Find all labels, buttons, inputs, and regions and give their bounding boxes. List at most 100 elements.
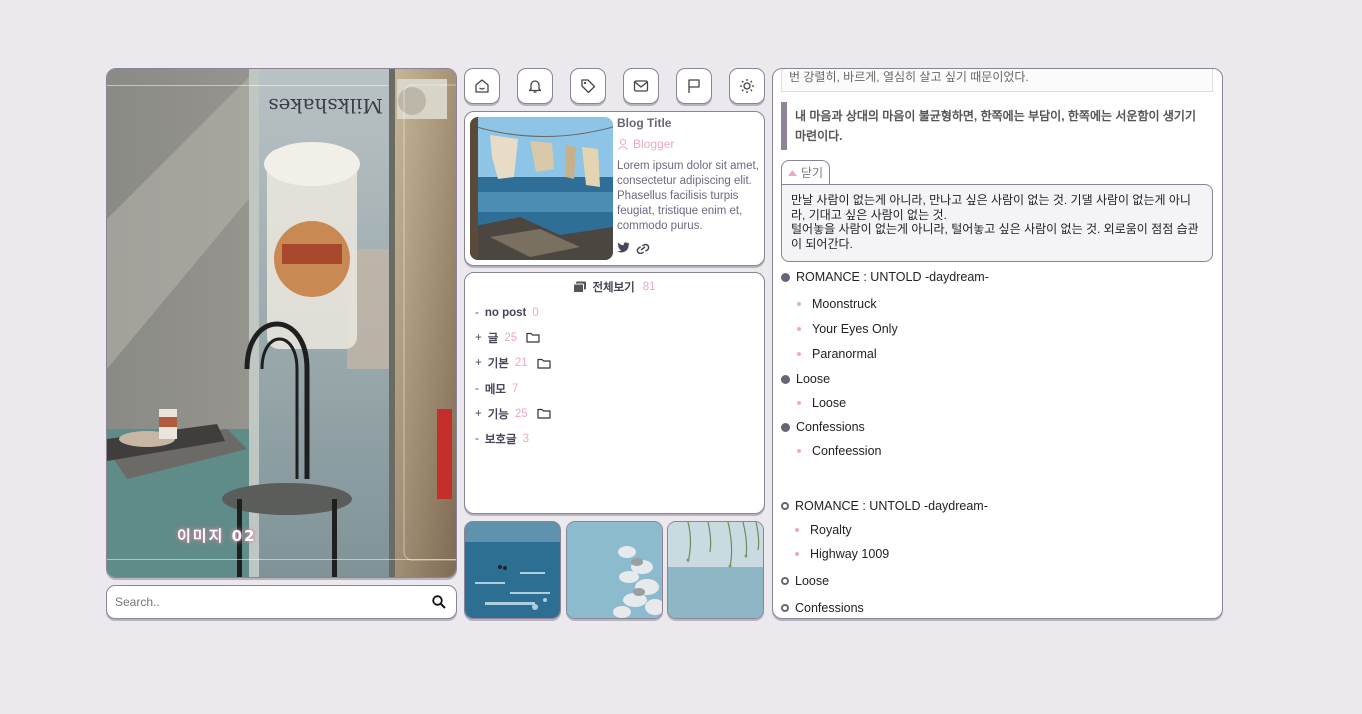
category-count: 21 [514,357,528,370]
list-subitem-label: Confeession [812,443,882,458]
blogger-name: Blogger [633,137,675,151]
blogger-link[interactable]: Blogger [617,137,760,151]
notification-button[interactable] [517,68,553,104]
list-item: ROMANCE : UNTOLD -daydream- [781,269,1211,285]
list-item: Confessions [781,600,1211,616]
tag-button[interactable] [570,68,606,104]
bullet-dot [797,400,801,405]
category-item[interactable]: - 보호글 3 [475,426,764,451]
category-item[interactable]: + 기본 21 [475,351,764,376]
category-total-count: 81 [642,281,656,293]
photo-caption: 이미지 02 [177,527,257,545]
feature-photo: Milkshakes 이미지 02 [106,68,457,578]
list-item-title: Loose [796,372,831,386]
thumbnail-willow-sea[interactable] [667,521,764,619]
category-label: 기능 [487,408,509,421]
blockquote: 내 마음과 상대의 마음이 불균형하면, 한쪽에는 부담이, 한쪽에는 서운함이… [781,102,1209,150]
category-all-link[interactable]: 전체보기 81 [465,279,764,295]
list-subitem: Paranormal [781,341,1211,366]
list-item-title: Loose [795,574,830,588]
fold-line-1: 만날 사람이 없는게 아니라, 만나고 싶은 사람이 없는 것. 기댈 사람이 … [791,193,1191,222]
category-list: - no post 0 + 글 25 + 기본 21- 메모 7 + 기능 25- 보호글 3 [465,300,764,452]
bullet-dot [781,374,790,384]
category-expander: + [475,331,482,344]
list-subitem: Moonstruck [781,291,1211,316]
bullet-dot [797,448,801,453]
list-subitem-label: Moonstruck [812,296,877,311]
thumbnail-sea[interactable] [464,521,561,619]
theme-toggle-button[interactable] [729,68,765,104]
bullet-dot [797,326,801,331]
article-top-line: 번 강렬히, 바르게, 열심히 살고 싶기 때문이었다. [781,69,1213,92]
category-item[interactable]: - no post 0 [475,300,764,325]
blog-description: Lorem ipsum dolor sit amet, consectetur … [617,160,759,232]
category-label: 기본 [487,358,509,371]
list-subitem-label: Royalty [810,523,852,537]
fold-content: 만날 사람이 없는게 아니라, 만나고 싶은 사람이 없는 것. 기댈 사람이 … [781,184,1213,262]
list-subitem: Royalty [781,518,1211,542]
category-count: 7 [512,382,519,395]
list-subitem: Loose [781,390,1211,415]
list-a: ROMANCE : UNTOLD -daydream- Moonstruck Y… [781,269,1211,463]
stack-icon [573,281,587,293]
category-expander: - [475,306,479,319]
search-icon[interactable] [430,593,448,611]
category-count: 25 [514,407,528,420]
folder-icon [537,358,551,369]
search-bar [106,585,457,619]
list-item-title: Confessions [796,420,865,434]
category-count: 3 [522,433,529,446]
category-expander: - [475,382,479,395]
search-input[interactable] [115,595,430,609]
category-expander: + [475,407,482,420]
category-label: 글 [487,332,499,345]
category-panel: 전체보기 81 - no post 0 + 글 25 + 기본 21- 메모 7 + 기능 25- 보호글 3 [464,272,765,514]
category-label: 보호글 [484,434,517,447]
article-panel: 번 강렬히, 바르게, 열심히 살고 싶기 때문이었다. 내 마음과 상대의 마… [772,68,1223,619]
category-label: 메모 [484,383,507,396]
category-label: no post [484,306,527,319]
home-button[interactable] [464,68,500,104]
home-icon [475,79,489,93]
list-item-title: ROMANCE : UNTOLD -daydream- [795,499,988,513]
bullet-dot [797,301,801,306]
list-item: Confessions [781,419,1211,435]
list-subitem-label: Your Eyes Only [812,321,898,336]
list-item: Loose [781,371,1211,387]
bullet-ring [781,502,789,510]
bell-icon [528,80,542,93]
list-subitem: Your Eyes Only [781,316,1211,341]
twitter-icon[interactable] [617,242,630,254]
sun-icon [740,79,754,93]
category-item[interactable]: + 기능 25 [475,401,764,426]
list-item-title: ROMANCE : UNTOLD -daydream- [796,270,989,284]
svg-text:Milkshakes: Milkshakes [268,94,383,118]
bullet-dot [781,422,790,432]
thumbnail-rocks[interactable] [566,521,663,619]
list-subitem: Highway 1009 [781,542,1211,566]
flag-icon [688,79,700,93]
category-expander: + [475,357,482,370]
close-fold-button[interactable]: 닫기 [781,160,831,184]
folder-icon [537,408,551,419]
category-count: 0 [532,306,539,319]
category-item[interactable]: - 메모 7 [475,376,764,401]
mail-icon [633,80,649,92]
profile-image [470,117,613,260]
bullet-dot [781,272,790,282]
category-count: 25 [504,331,518,344]
list-b: ROMANCE : UNTOLD -daydream- Royalty High… [781,498,1211,616]
tag-icon [581,79,596,94]
folder-icon [526,332,540,344]
profile-card: Blog Title Blogger Lorem ipsum dolor sit… [464,111,765,266]
cafe-window-image: Milkshakes [107,69,456,577]
bullet-ring [781,604,789,612]
flag-button[interactable] [676,68,712,104]
mail-button[interactable] [623,68,659,104]
blog-title: Blog Title [617,116,672,130]
triangle-up-icon [788,169,797,176]
bullet-dot [797,351,801,356]
user-icon [618,138,628,150]
link-icon[interactable] [636,242,650,254]
category-item[interactable]: + 글 25 [475,325,764,350]
